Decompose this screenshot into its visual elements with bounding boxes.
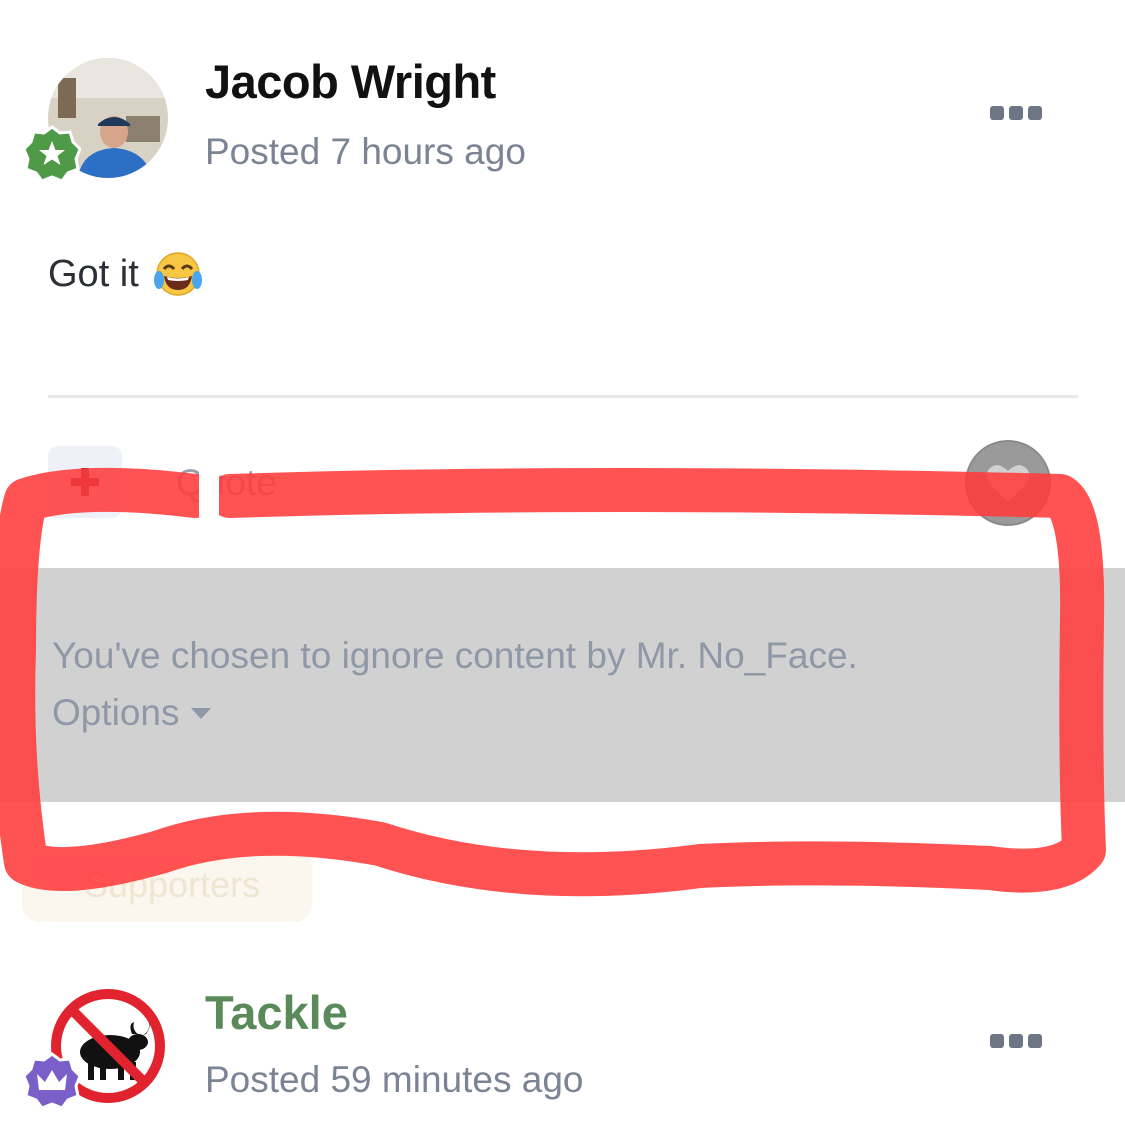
crown-badge-icon bbox=[23, 1052, 81, 1110]
dot-icon bbox=[1028, 1034, 1042, 1048]
more-options-button[interactable] bbox=[990, 1031, 1042, 1051]
dot-icon bbox=[1009, 106, 1023, 120]
ignored-options-dropdown[interactable]: Options bbox=[52, 692, 212, 734]
heart-icon bbox=[986, 465, 1030, 502]
dot-icon bbox=[1009, 1034, 1023, 1048]
supporters-badge: Supporters bbox=[22, 850, 312, 922]
laughing-emoji-icon bbox=[153, 252, 202, 296]
post-timestamp[interactable]: Posted 59 minutes ago bbox=[205, 1059, 583, 1101]
plus-icon bbox=[71, 468, 99, 496]
add-reaction-button[interactable] bbox=[48, 446, 122, 518]
post-timestamp[interactable]: Posted 7 hours ago bbox=[205, 131, 526, 173]
dot-icon bbox=[1028, 106, 1042, 120]
options-label: Options bbox=[52, 692, 180, 733]
caret-down-icon bbox=[190, 708, 211, 719]
ignored-content-message: You've chosen to ignore content by Mr. N… bbox=[52, 635, 858, 676]
star-badge-icon bbox=[23, 125, 81, 183]
quote-button[interactable]: Quote bbox=[176, 462, 277, 504]
dot-icon bbox=[990, 1034, 1004, 1048]
author-name[interactable]: Jacob Wright bbox=[205, 54, 496, 109]
more-options-button[interactable] bbox=[990, 103, 1042, 123]
post-content: Got it bbox=[48, 250, 203, 298]
like-button[interactable] bbox=[965, 440, 1051, 526]
supporters-label: Supporters bbox=[84, 864, 261, 905]
ignored-content-block bbox=[0, 568, 1125, 802]
author-name[interactable]: Tackle bbox=[205, 985, 348, 1040]
post-divider bbox=[48, 395, 1078, 398]
post-text: Got it bbox=[48, 252, 139, 295]
dot-icon bbox=[990, 106, 1004, 120]
